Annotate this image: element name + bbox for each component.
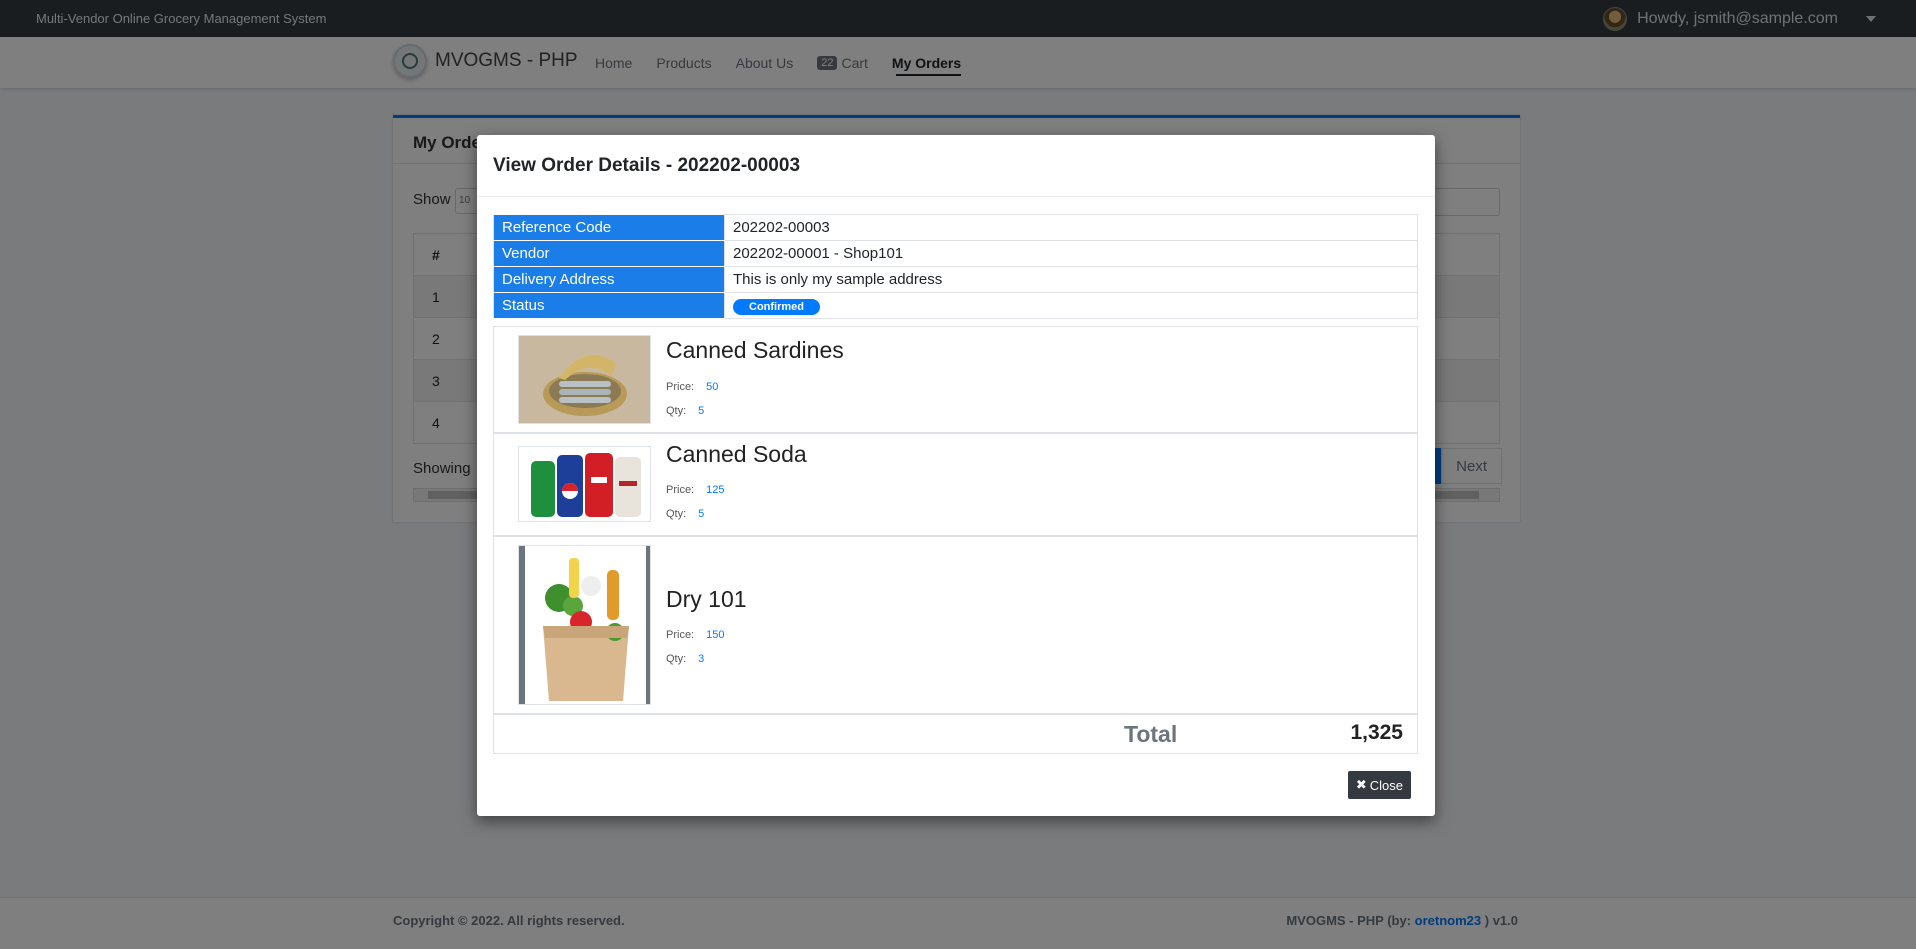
- qty-line: Qty: 3: [666, 653, 704, 665]
- list-item: Dry 101 Price: 150 Qty: 3: [494, 537, 1417, 715]
- reference-code-label: Reference Code: [493, 214, 725, 241]
- price-label: Price:: [666, 629, 695, 641]
- product-name: Canned Soda: [666, 441, 807, 467]
- close-button[interactable]: ✖ Close: [1347, 771, 1411, 799]
- vendor-value: 202202-00001 - Shop101: [724, 240, 1418, 267]
- price-value: 125: [706, 484, 725, 496]
- modal-header: View Order Details - 202202-00003: [477, 135, 1435, 197]
- modal-title: View Order Details - 202202-00003: [493, 155, 801, 176]
- order-total-row: Total 1,325: [494, 715, 1417, 753]
- order-items-list: Canned Sardines Price: 50 Qty: 5 Canned So…: [493, 326, 1418, 754]
- price-label: Price:: [666, 484, 695, 496]
- delivery-address-label: Delivery Address: [493, 266, 725, 293]
- price-line: Price: 125: [666, 484, 724, 496]
- qty-label: Qty:: [666, 405, 687, 417]
- product-image-dry101: [518, 545, 651, 705]
- qty-label: Qty:: [666, 508, 687, 520]
- product-image-sardines: [518, 335, 651, 424]
- qty-value: 5: [698, 405, 705, 417]
- reference-code-value: 202202-00003: [724, 214, 1418, 241]
- qty-value: 5: [698, 508, 705, 520]
- status-cell: Confirmed: [724, 292, 1418, 319]
- product-name: Dry 101: [666, 586, 747, 612]
- qty-value: 3: [698, 653, 705, 665]
- status-label: Status: [493, 292, 725, 319]
- price-line: Price: 150: [666, 629, 724, 641]
- close-icon: ✖: [1355, 777, 1367, 792]
- list-item: Canned Sardines Price: 50 Qty: 5: [494, 327, 1417, 434]
- total-label: Total: [1124, 721, 1178, 747]
- order-details-modal: View Order Details - 202202-00003 Refere…: [477, 135, 1435, 816]
- qty-line: Qty: 5: [666, 508, 704, 520]
- price-label: Price:: [666, 381, 695, 393]
- close-label: Close: [1369, 777, 1403, 793]
- status-badge: Confirmed: [733, 298, 820, 315]
- product-name: Canned Sardines: [666, 337, 844, 363]
- vendor-label: Vendor: [493, 240, 725, 267]
- list-item: Canned Soda Price: 125 Qty: 5: [494, 434, 1417, 537]
- qty-line: Qty: 5: [666, 405, 704, 417]
- price-line: Price: 50: [666, 381, 718, 393]
- qty-label: Qty:: [666, 653, 687, 665]
- product-image-soda: [518, 446, 651, 522]
- total-value: 1,325: [1350, 721, 1403, 744]
- price-value: 50: [706, 381, 719, 393]
- delivery-address-value: This is only my sample address: [724, 266, 1418, 293]
- order-info-table: Reference Code 202202-00003 Vendor 202202-…: [493, 214, 1418, 319]
- price-value: 150: [706, 629, 725, 641]
